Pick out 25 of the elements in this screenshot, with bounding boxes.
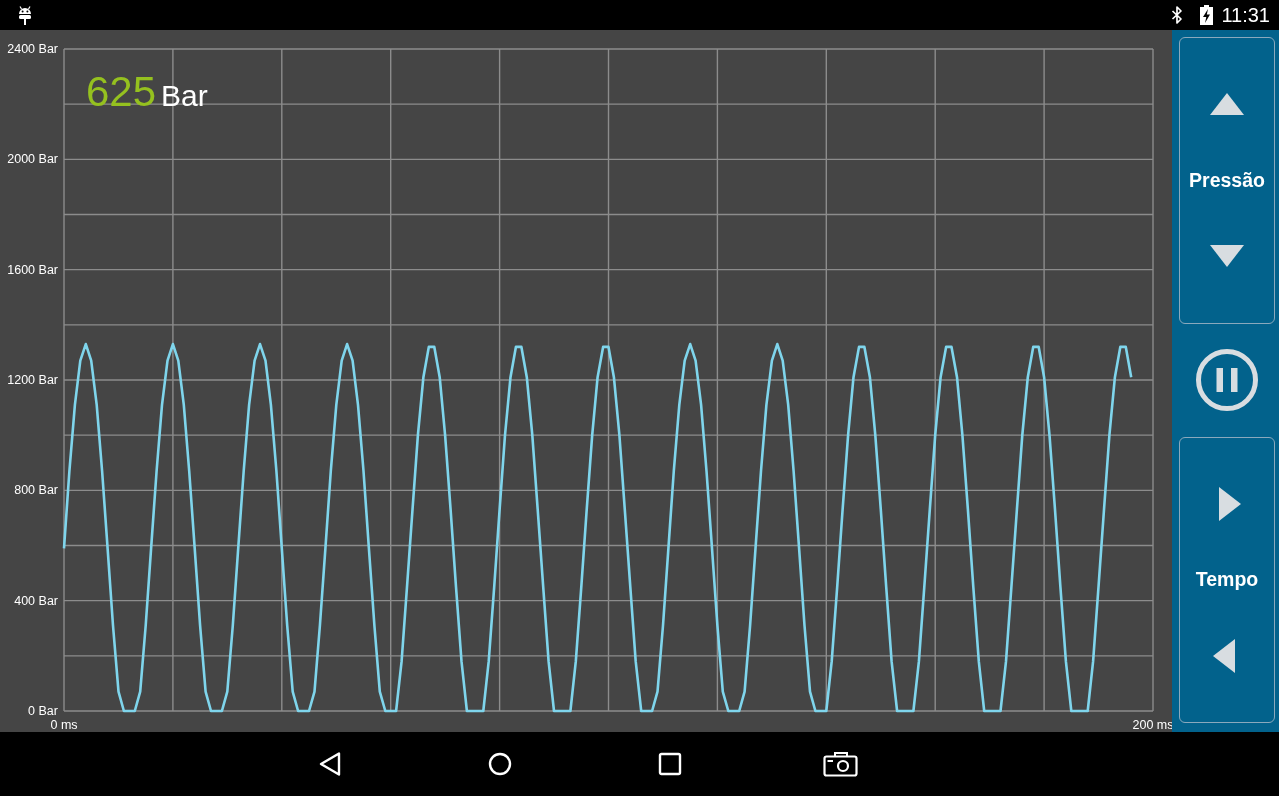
robot-icon	[17, 5, 33, 25]
pressure-value: 625	[86, 71, 157, 113]
bluetooth-icon	[1170, 5, 1185, 25]
back-icon[interactable]	[318, 751, 342, 777]
y-axis-label: 2000 Bar	[7, 152, 58, 167]
y-axis-label: 1200 Bar	[7, 373, 58, 387]
x-axis-label: 0 ms	[50, 718, 78, 732]
right-triangle-icon[interactable]	[1219, 486, 1241, 521]
battery-charging-icon	[1200, 5, 1214, 25]
down-triangle-icon[interactable]	[1210, 245, 1244, 268]
clock-time: 11:31	[1221, 5, 1270, 25]
y-axis-label: 400 Bar	[14, 593, 58, 608]
camera-icon[interactable]	[822, 751, 858, 777]
pause-icon[interactable]	[1195, 348, 1259, 412]
y-axis-label: 800 Bar	[14, 483, 58, 498]
up-triangle-icon[interactable]	[1210, 93, 1244, 116]
control-label: Pressão	[1189, 170, 1265, 190]
y-axis-label: 2400 Bar	[7, 42, 58, 56]
control-label: Tempo	[1195, 570, 1259, 590]
circle-icon[interactable]	[488, 752, 512, 776]
left-triangle-icon[interactable]	[1213, 638, 1235, 673]
y-axis-label: 1600 Bar	[7, 262, 58, 277]
square-icon[interactable]	[658, 752, 682, 776]
y-axis-label: 0 Bar	[28, 704, 58, 718]
unit-label: Bar	[161, 81, 208, 111]
